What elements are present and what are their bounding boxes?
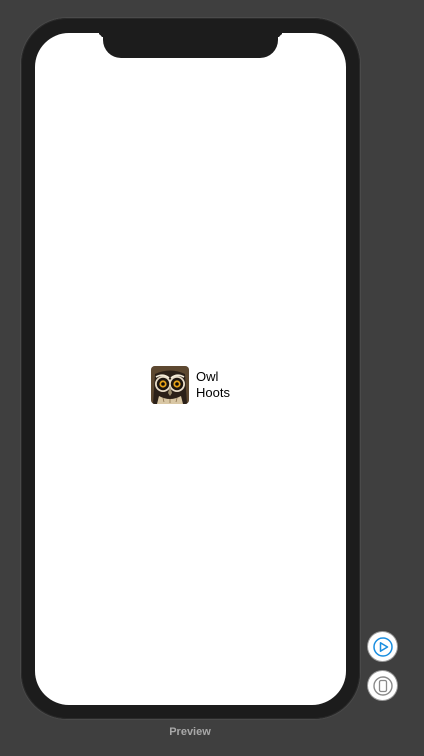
cell-title: Owl xyxy=(196,369,219,384)
play-circle-icon xyxy=(372,636,393,657)
device-preview-button[interactable] xyxy=(368,671,397,700)
owl-icon xyxy=(151,366,189,404)
cell-subtitle: Hoots xyxy=(196,385,230,400)
list-cell: Owl Hoots xyxy=(151,366,230,404)
device-notch xyxy=(103,33,278,58)
cell-text: Owl Hoots xyxy=(196,369,230,401)
preview-canvas: Owl Hoots Preview xyxy=(0,0,424,756)
device-screen: Owl Hoots xyxy=(35,33,346,705)
live-preview-button[interactable] xyxy=(368,632,397,661)
device-frame: Owl Hoots xyxy=(21,18,360,719)
preview-label: Preview xyxy=(169,726,211,738)
owl-image xyxy=(151,366,189,404)
device-icon xyxy=(372,675,393,696)
